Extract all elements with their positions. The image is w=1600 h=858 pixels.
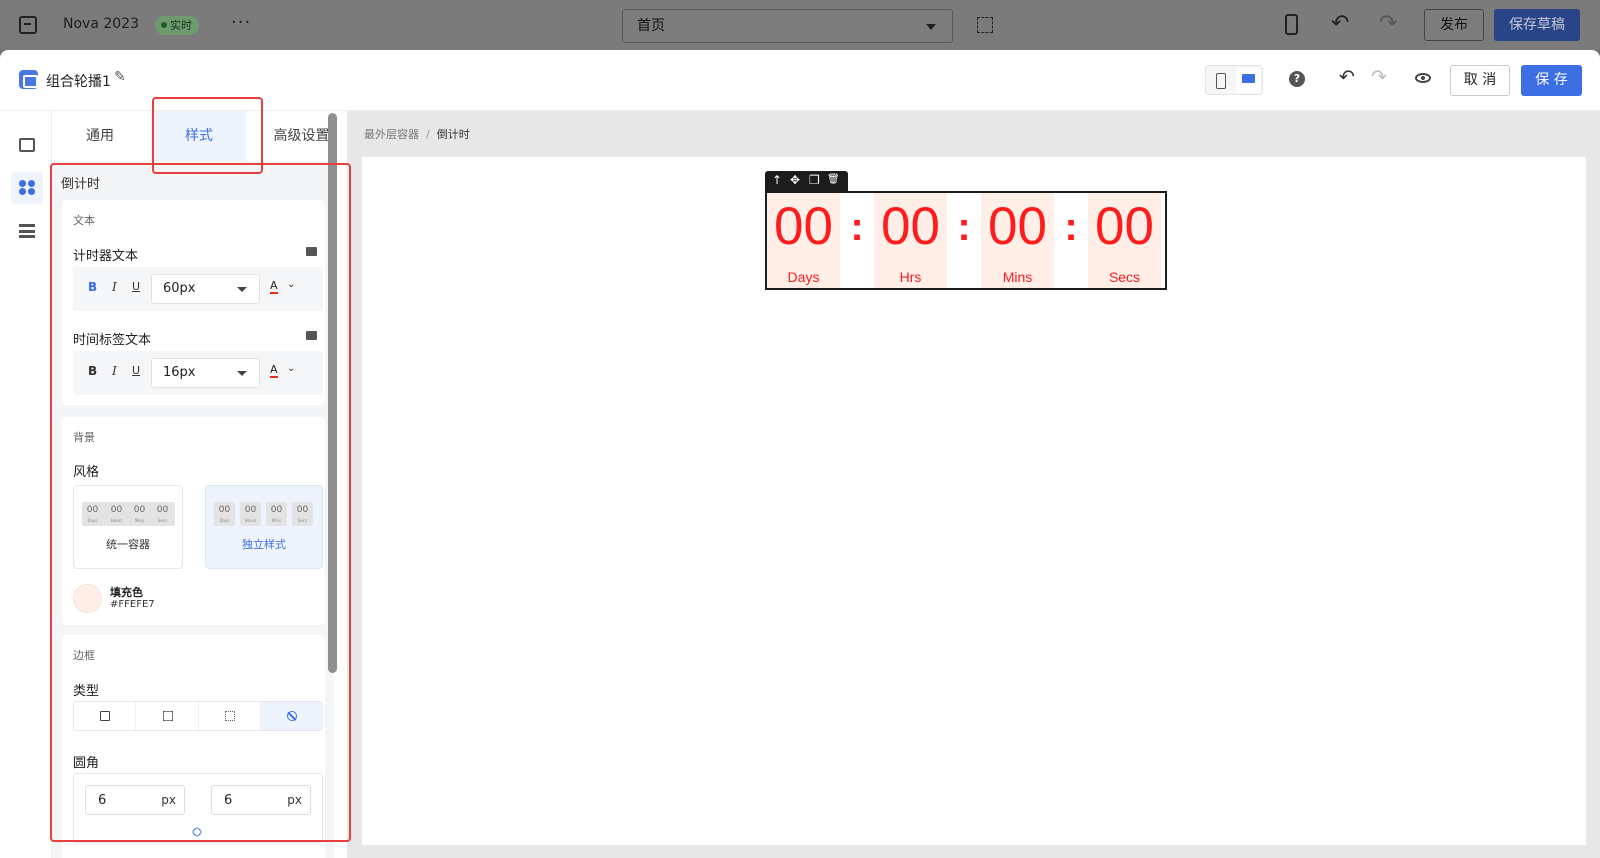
move-up-icon[interactable]: ↑ <box>772 173 782 187</box>
pencil-icon[interactable]: ✎ <box>114 69 126 85</box>
left-icon-rail <box>0 111 52 858</box>
undo-icon[interactable]: ↶ <box>1339 66 1355 88</box>
help-icon[interactable]: ? <box>1289 71 1305 87</box>
device-toggle <box>1205 65 1263 95</box>
countdown-label: Hrs <box>899 269 922 285</box>
gallery-icon <box>19 138 35 152</box>
publish-button[interactable]: 发布 <box>1424 9 1484 41</box>
countdown-unit-mins: 00 Mins <box>981 193 1054 288</box>
highlight-box-style-panel <box>50 163 351 842</box>
cancel-button[interactable]: 取 消 <box>1450 65 1510 96</box>
save-draft-button[interactable]: 保存草稿 <box>1494 9 1580 41</box>
page-select[interactable]: 首页 <box>622 9 953 43</box>
select-tool-icon[interactable] <box>977 17 993 33</box>
countdown-value: 00 <box>881 197 940 256</box>
breadcrumb-root[interactable]: 最外层容器 <box>364 128 419 141</box>
components-icon <box>19 180 35 195</box>
layers-icon <box>19 70 38 89</box>
preview-eye-icon[interactable] <box>1415 73 1431 83</box>
rail-item-components[interactable] <box>11 172 43 204</box>
component-title: 组合轮播1 <box>46 74 111 90</box>
top-bar: Nova 2023 实时 ··· 首页 ↶ ↷ 发布 保存草稿 <box>0 0 1600 50</box>
redo-icon[interactable]: ↷ <box>1371 66 1387 88</box>
trash-icon[interactable]: 🗑 <box>827 174 840 185</box>
countdown-label: Days <box>787 269 820 285</box>
copy-icon[interactable]: ❐ <box>809 173 820 187</box>
canvas-area: 最外层容器 / 倒计时 ↑ ✥ ❐ 🗑 00 Days : 00 Hrs : 0… <box>347 111 1600 858</box>
countdown-value: 00 <box>988 197 1047 256</box>
rail-item-gallery[interactable] <box>11 130 43 162</box>
exit-icon[interactable] <box>19 16 37 34</box>
countdown-unit-days: 00 Days <box>767 193 840 288</box>
page-select-value: 首页 <box>637 18 665 34</box>
element-toolbar: ↑ ✥ ❐ 🗑 <box>765 171 848 192</box>
undo-icon[interactable]: ↶ <box>1331 11 1349 36</box>
desktop-view-icon[interactable] <box>1236 68 1261 93</box>
countdown-value: 00 <box>1095 197 1154 256</box>
live-badge-label: 实时 <box>170 19 192 32</box>
countdown-value: 00 <box>774 197 833 256</box>
countdown-unit-hours: 00 Hrs <box>874 193 947 288</box>
breadcrumb-separator: / <box>426 128 430 141</box>
mobile-preview-icon[interactable] <box>1285 14 1298 35</box>
countdown-separator: : <box>850 205 864 249</box>
list-icon <box>19 224 35 238</box>
redo-icon[interactable]: ↷ <box>1379 11 1397 36</box>
more-icon[interactable]: ··· <box>231 12 251 33</box>
countdown-separator: : <box>1064 205 1078 249</box>
countdown-unit-secs: 00 Secs <box>1088 193 1161 288</box>
canvas-stage: ↑ ✥ ❐ 🗑 00 Days : 00 Hrs : 00 Mins: 00 … <box>362 157 1586 845</box>
countdown-separator: : <box>957 205 971 249</box>
tab-general[interactable]: 通用 <box>58 111 142 161</box>
countdown-label: Secs <box>1108 269 1141 285</box>
breadcrumb: 最外层容器 / 倒计时 <box>364 126 470 142</box>
drag-move-icon[interactable]: ✥ <box>790 173 800 187</box>
chevron-down-icon <box>926 24 936 30</box>
save-button[interactable]: 保 存 <box>1521 65 1582 96</box>
countdown-widget[interactable]: 00 Days : 00 Hrs : 00 Mins : 00 Secs <box>765 191 1167 290</box>
mobile-view-icon[interactable] <box>1216 73 1226 89</box>
countdown-label: Mins <box>1002 269 1033 285</box>
app-title: Nova 2023 <box>63 16 139 32</box>
live-status-badge: 实时 <box>155 16 199 35</box>
live-dot-icon <box>161 22 167 28</box>
breadcrumb-current: 倒计时 <box>436 128 470 141</box>
rail-item-layers[interactable] <box>11 216 43 248</box>
